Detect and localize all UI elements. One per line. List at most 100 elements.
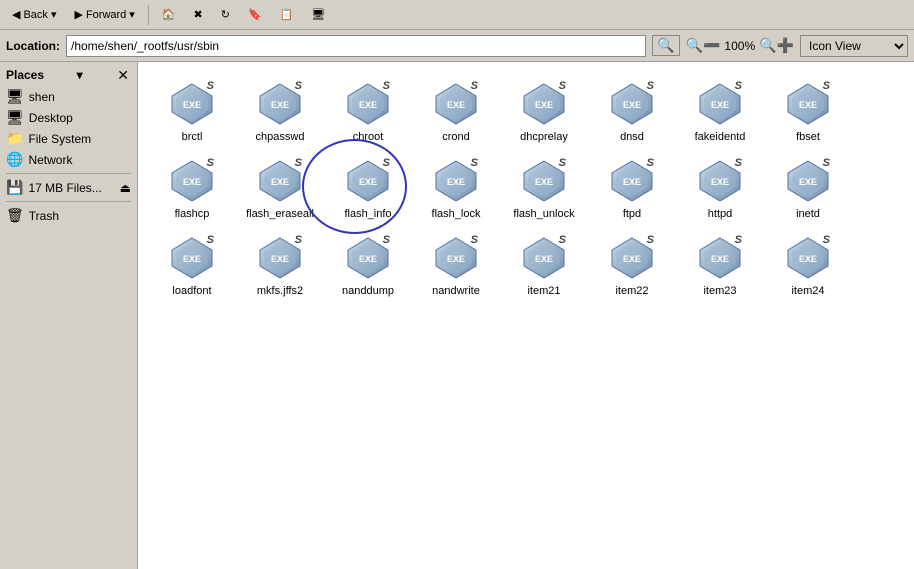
svg-text:EXE: EXE (183, 254, 201, 264)
file-badge: S (823, 80, 830, 92)
file-name: flash_eraseall (246, 208, 314, 220)
sidebar-close-button[interactable]: ✕ (115, 68, 131, 82)
history-button[interactable]: 📋 (273, 5, 301, 24)
places-label: Places (6, 68, 44, 82)
svg-text:EXE: EXE (799, 254, 817, 264)
bookmark-button[interactable]: 🔖 (241, 5, 269, 24)
file-item[interactable]: EXE Sitem22 (588, 226, 676, 303)
file-item[interactable]: EXE Scrond (412, 72, 500, 149)
svg-text:EXE: EXE (623, 177, 641, 187)
svg-text:EXE: EXE (359, 100, 377, 110)
svg-text:EXE: EXE (535, 100, 553, 110)
network-icon: 🌐 (6, 151, 23, 168)
file-badge: S (207, 234, 214, 246)
file-name: item23 (703, 285, 736, 297)
back-label: Back (23, 9, 47, 21)
file-item[interactable]: EXE Snandwrite (412, 226, 500, 303)
file-item[interactable]: EXE Sinetd (764, 149, 852, 226)
svg-text:EXE: EXE (271, 254, 289, 264)
home-button[interactable]: 🏠 (155, 5, 183, 24)
svg-text:EXE: EXE (799, 100, 817, 110)
file-item[interactable]: EXE Sfbset (764, 72, 852, 149)
forward-button[interactable]: ▶ Forward ▾ (67, 5, 141, 24)
zoom-out-button[interactable]: 🔍➖ (686, 37, 721, 54)
sidebar-item-label-drive: 17 MB Files... (28, 181, 101, 195)
forward-dropdown-icon: ▾ (129, 8, 135, 21)
sidebar-item-drive[interactable]: 💾 17 MB Files... ⏏ (0, 177, 137, 198)
file-item[interactable]: EXE Sloadfont (148, 226, 236, 303)
file-item[interactable]: EXE Sflash_lock (412, 149, 500, 226)
file-item[interactable]: EXE Smkfs.jffs2 (236, 226, 324, 303)
file-name: chroot (353, 131, 384, 143)
file-item[interactable]: EXE Sbrctl (148, 72, 236, 149)
file-icon-wrapper: EXE S (520, 80, 568, 128)
sidebar-item-desktop[interactable]: 🖥 Desktop (0, 107, 137, 128)
file-item[interactable]: EXE Sftpd (588, 149, 676, 226)
file-icon-wrapper: EXE S (696, 157, 744, 205)
file-item[interactable]: EXE Shttpd (676, 149, 764, 226)
back-arrow-icon: ◀ (12, 8, 20, 21)
sidebar-item-trash[interactable]: 🗑 Trash (0, 205, 137, 226)
file-name: nandwrite (432, 285, 480, 297)
file-item[interactable]: EXE Sflashcp (148, 149, 236, 226)
file-badge: S (471, 234, 478, 246)
forward-label: Forward (86, 9, 126, 21)
file-item[interactable]: EXE Sdnsd (588, 72, 676, 149)
file-item[interactable]: EXE Sitem23 (676, 226, 764, 303)
file-item[interactable]: EXE Sitem24 (764, 226, 852, 303)
back-button[interactable]: ◀ Back ▾ (5, 5, 63, 24)
file-badge: S (295, 80, 302, 92)
location-go-button[interactable]: 🔍 (652, 35, 679, 56)
svg-text:EXE: EXE (359, 177, 377, 187)
file-badge: S (383, 234, 390, 246)
file-badge: S (735, 80, 742, 92)
file-icon-wrapper: EXE S (696, 80, 744, 128)
terminal-button[interactable]: 🖥 (304, 5, 332, 24)
zoom-in-button[interactable]: 🔍➕ (759, 37, 794, 54)
file-badge: S (647, 234, 654, 246)
file-icon-wrapper: EXE S (168, 234, 216, 282)
stop-button[interactable]: ✖ (187, 5, 210, 24)
stop-icon: ✖ (194, 8, 203, 21)
sidebar-item-shen[interactable]: 🖥 shen (0, 86, 137, 107)
reload-button[interactable]: ↻ (214, 5, 237, 24)
file-name: brctl (182, 131, 203, 143)
file-icon-wrapper: EXE S (608, 234, 656, 282)
file-badge: S (647, 80, 654, 92)
sidebar-item-filesystem[interactable]: 📁 File System (0, 128, 137, 149)
sidebar-item-network[interactable]: 🌐 Network (0, 149, 137, 170)
file-badge: S (471, 80, 478, 92)
file-item[interactable]: EXE Sitem21 (500, 226, 588, 303)
file-item[interactable]: EXE Sdhcprelay (500, 72, 588, 149)
file-area: EXE Sbrctl EXE Schpasswd EXE Schroot (138, 62, 914, 569)
file-item[interactable]: EXE Schroot (324, 72, 412, 149)
file-badge: S (383, 80, 390, 92)
svg-text:EXE: EXE (271, 100, 289, 110)
svg-text:EXE: EXE (711, 100, 729, 110)
svg-text:EXE: EXE (447, 254, 465, 264)
file-badge: S (295, 234, 302, 246)
svg-text:EXE: EXE (359, 254, 377, 264)
view-mode-select[interactable]: Icon View List View Compact View (800, 35, 908, 57)
file-name: crond (442, 131, 470, 143)
file-item[interactable]: EXE Sfakeidentd (676, 72, 764, 149)
file-item[interactable]: EXE Schpasswd (236, 72, 324, 149)
trash-icon: 🗑 (6, 207, 24, 224)
file-badge: S (735, 157, 742, 169)
file-badge: S (823, 234, 830, 246)
file-item[interactable]: EXE Sflash_info (324, 149, 412, 226)
file-icon-wrapper: EXE S (344, 157, 392, 205)
file-badge: S (383, 157, 390, 169)
file-item[interactable]: EXE Snanddump (324, 226, 412, 303)
file-name: nanddump (342, 285, 394, 297)
file-item[interactable]: EXE Sflash_unlock (500, 149, 588, 226)
file-name: item21 (527, 285, 560, 297)
file-icon-wrapper: EXE S (168, 157, 216, 205)
sidebar-header: Places ▾ ✕ (0, 66, 137, 86)
file-badge: S (471, 157, 478, 169)
location-input[interactable] (66, 35, 646, 57)
file-item[interactable]: EXE Sflash_eraseall (236, 149, 324, 226)
sidebar-dropdown-icon: ▾ (77, 68, 83, 82)
svg-text:EXE: EXE (271, 177, 289, 187)
file-icon-wrapper: EXE S (784, 80, 832, 128)
